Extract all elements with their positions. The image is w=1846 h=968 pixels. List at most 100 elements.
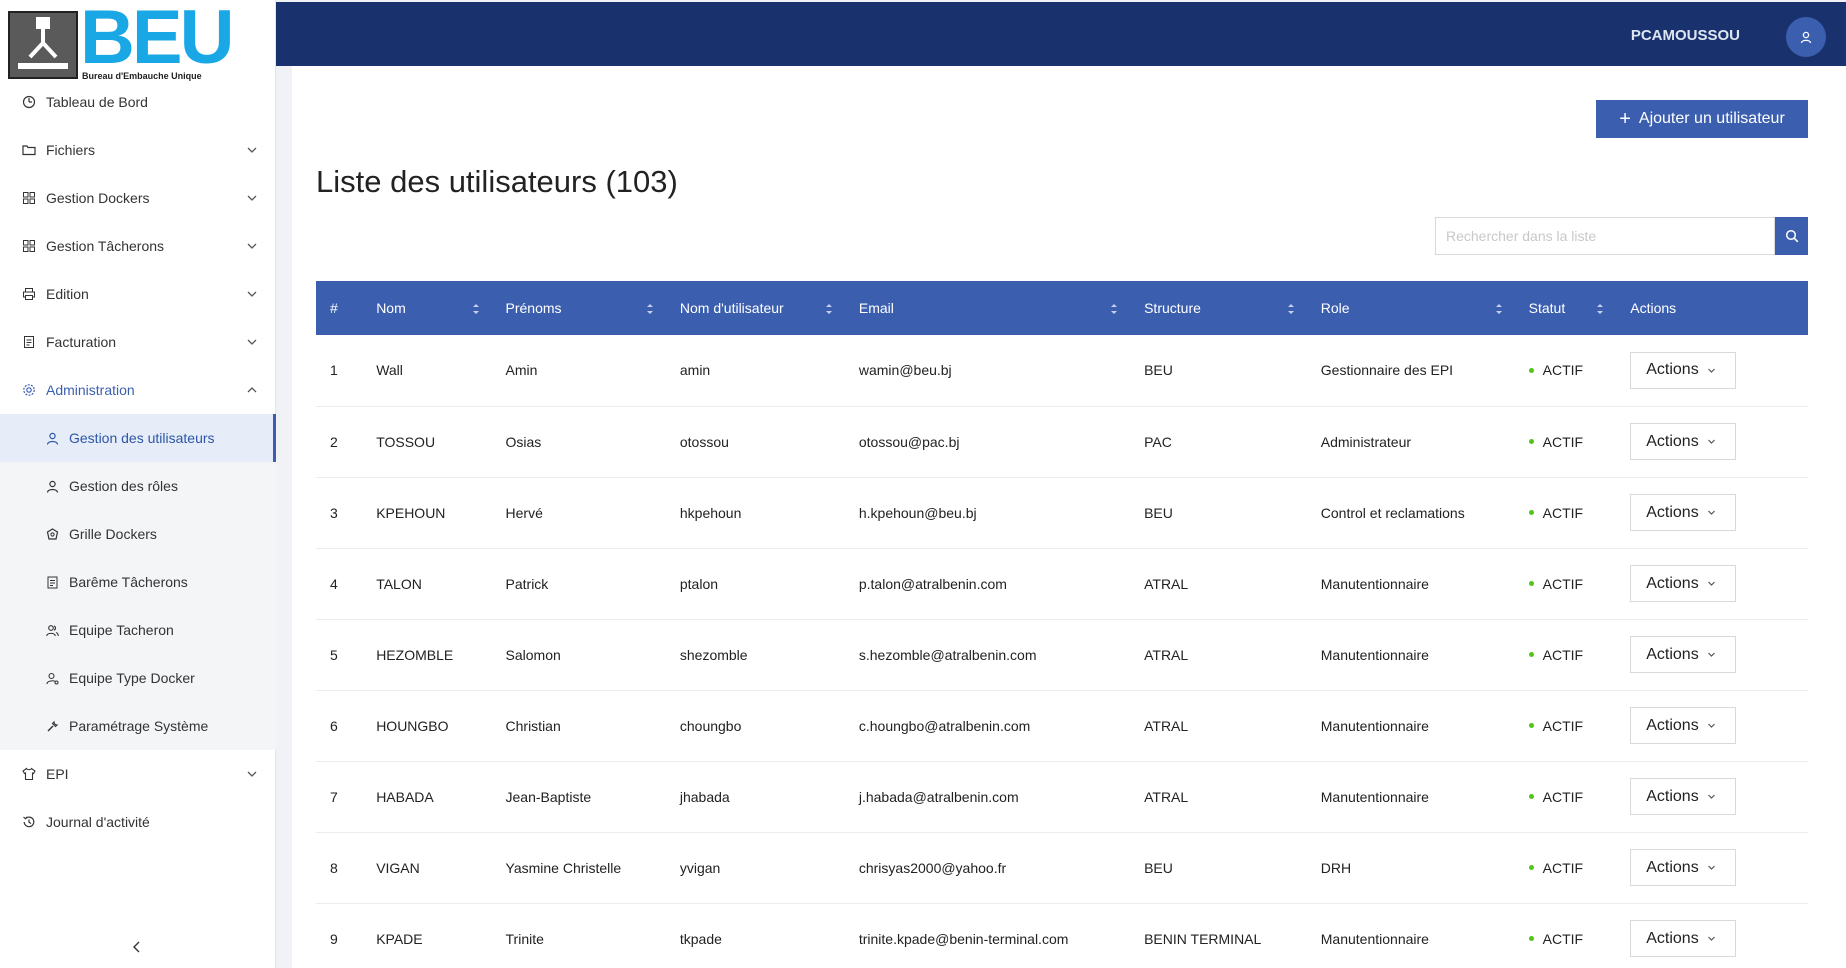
actions-label: Actions bbox=[1646, 574, 1699, 592]
sidebar-item-label: Administration bbox=[46, 382, 135, 398]
chevron-down-icon bbox=[247, 771, 257, 777]
actions-dropdown-button[interactable]: Actions bbox=[1630, 920, 1737, 957]
sidebar-item-gestion-roles[interactable]: Gestion des rôles bbox=[0, 462, 276, 510]
logo-crane-icon bbox=[8, 11, 78, 79]
sidebar-item-administration[interactable]: Administration bbox=[0, 366, 276, 414]
cell-statut: ACTIF bbox=[1515, 335, 1617, 406]
sidebar-item-facturation[interactable]: Facturation bbox=[0, 318, 276, 366]
cell-username: amin bbox=[679, 362, 711, 379]
sidebar-item-bareme-tacherons[interactable]: Barême Tâcherons bbox=[0, 558, 276, 606]
collapse-sidebar-icon[interactable] bbox=[130, 940, 144, 954]
user-settings-icon bbox=[46, 672, 59, 685]
cell-statut: ACTIF bbox=[1515, 406, 1617, 477]
sidebar-subitem-label: Gestion des utilisateurs bbox=[69, 430, 215, 446]
status-dot-icon bbox=[1528, 652, 1534, 657]
table-body: 1 Wall Amin amin wamin@beu.bj BEU Gestionnaire… bbox=[316, 335, 1808, 968]
cell-num: 3 bbox=[330, 504, 338, 521]
shield-icon bbox=[46, 527, 59, 541]
status-label: ACTIF bbox=[1542, 504, 1584, 521]
actions-dropdown-button[interactable]: Actions bbox=[1630, 778, 1737, 815]
grid-icon bbox=[22, 191, 36, 205]
sidebar-item-parametrage-systeme[interactable]: Paramétrage Système bbox=[0, 702, 276, 750]
column-header-structure[interactable]: Structure bbox=[1130, 281, 1307, 335]
sidebar-item-grille-dockers[interactable]: Grille Dockers bbox=[0, 510, 276, 558]
users-table: # Nom Prénoms Nom d'utilisateur Email St… bbox=[316, 281, 1808, 968]
add-user-button-label: Ajouter un utilisateur bbox=[1638, 110, 1785, 127]
logo[interactable]: BEU Bureau d'Embauche Unique bbox=[8, 0, 234, 82]
sidebar-item-gestion-tacherons[interactable]: Gestion Tâcherons bbox=[0, 222, 276, 270]
cell-username: shezomble bbox=[679, 646, 748, 663]
chevron-down-icon bbox=[1707, 510, 1715, 515]
actions-dropdown-button[interactable]: Actions bbox=[1630, 351, 1737, 389]
cell-username: yvigan bbox=[679, 859, 721, 876]
cell-structure: BEU bbox=[1144, 504, 1173, 521]
sidebar-item-equipe-tacheron[interactable]: Equipe Tacheron bbox=[0, 606, 276, 654]
table-row: 4 TALON Patrick ptalon p.talon@atralbenin.co… bbox=[316, 548, 1808, 619]
sidebar-item-label: Tableau de Bord bbox=[46, 94, 148, 110]
file-icon bbox=[22, 335, 36, 349]
cell-nom: HABADA bbox=[376, 788, 434, 805]
chevron-down-icon bbox=[1707, 581, 1715, 586]
sidebar-item-label: Gestion Dockers bbox=[46, 190, 150, 206]
search-icon bbox=[1785, 229, 1798, 243]
user-name[interactable]: PCAMOUSSOU bbox=[1631, 27, 1740, 44]
actions-dropdown-button[interactable]: Actions bbox=[1630, 494, 1737, 531]
search-button[interactable] bbox=[1775, 217, 1808, 255]
search-input[interactable] bbox=[1435, 217, 1775, 255]
tool-icon bbox=[46, 720, 59, 733]
column-header-prenoms[interactable]: Prénoms bbox=[492, 281, 666, 335]
cell-role: Manutentionnaire bbox=[1320, 930, 1429, 947]
table-row: 7 HABADA Jean-Baptiste jhabada j.habada@atra… bbox=[316, 761, 1808, 832]
avatar[interactable] bbox=[1786, 17, 1826, 57]
actions-dropdown-button[interactable]: Actions bbox=[1630, 636, 1737, 673]
table-row: 9 KPADE Trinite tkpade trinite.kpade@benin-t… bbox=[316, 903, 1808, 968]
sidebar-item-fichiers[interactable]: Fichiers bbox=[0, 126, 276, 174]
status-label: ACTIF bbox=[1542, 433, 1584, 450]
status-dot-icon bbox=[1528, 581, 1534, 586]
sort-icon bbox=[825, 304, 832, 314]
cell-actions: Actions bbox=[1616, 335, 1808, 406]
sidebar-item-edition[interactable]: Edition bbox=[0, 270, 276, 318]
column-header-statut[interactable]: Statut bbox=[1515, 281, 1617, 335]
column-header-username[interactable]: Nom d'utilisateur bbox=[666, 281, 845, 335]
sidebar-subitem-label: Equipe Type Docker bbox=[69, 670, 195, 686]
sidebar-item-tableau-de-bord[interactable]: Tableau de Bord bbox=[0, 78, 276, 126]
sidebar-subitem-label: Barême Tâcherons bbox=[69, 574, 188, 590]
status-badge: ACTIF bbox=[1528, 433, 1617, 450]
sidebar-item-label: Facturation bbox=[46, 334, 117, 350]
status-badge: ACTIF bbox=[1528, 718, 1617, 734]
cell-email: j.habada@atralbenin.com bbox=[858, 788, 1019, 805]
chevron-up-icon bbox=[247, 387, 257, 393]
cell-statut: ACTIF bbox=[1515, 548, 1617, 619]
cell-nom: Wall bbox=[376, 362, 403, 379]
actions-dropdown-button[interactable]: Actions bbox=[1630, 423, 1737, 460]
sidebar-subitem-label: Equipe Tacheron bbox=[69, 622, 174, 638]
cell-role: Manutentionnaire bbox=[1320, 575, 1429, 592]
actions-dropdown-button[interactable]: Actions bbox=[1630, 565, 1737, 602]
status-dot-icon bbox=[1528, 865, 1534, 870]
chevron-down-icon bbox=[247, 243, 257, 249]
sidebar-item-gestion-dockers[interactable]: Gestion Dockers bbox=[0, 174, 276, 222]
cell-email: chrisyas2000@yahoo.fr bbox=[858, 859, 1007, 876]
status-label: ACTIF bbox=[1542, 859, 1584, 876]
history-icon bbox=[22, 815, 36, 829]
actions-dropdown-button[interactable]: Actions bbox=[1630, 849, 1737, 886]
cell-num: 1 bbox=[330, 362, 338, 379]
add-user-button[interactable]: + Ajouter un utilisateur bbox=[1596, 100, 1808, 138]
column-header-email[interactable]: Email bbox=[845, 281, 1130, 335]
column-header-role[interactable]: Role bbox=[1307, 281, 1515, 335]
cell-structure: BEU bbox=[1144, 362, 1173, 379]
file-icon bbox=[46, 576, 59, 589]
sidebar-item-equipe-type-docker[interactable]: Equipe Type Docker bbox=[0, 654, 276, 702]
sidebar-item-epi[interactable]: EPI bbox=[0, 750, 276, 798]
actions-dropdown-button[interactable]: Actions bbox=[1630, 707, 1737, 744]
sidebar-item-journal-activite[interactable]: Journal d'activité bbox=[0, 798, 276, 846]
table-row: 3 KPEHOUN Hervé hkpehoun h.kpehoun@beu.bj BEU… bbox=[316, 477, 1808, 548]
column-header-nom[interactable]: Nom bbox=[362, 281, 491, 335]
cell-role: Gestionnaire des EPI bbox=[1320, 362, 1454, 379]
sidebar-item-gestion-utilisateurs[interactable]: Gestion des utilisateurs bbox=[0, 414, 276, 462]
cell-structure: ATRAL bbox=[1144, 646, 1189, 663]
cell-email: otossou@pac.bj bbox=[858, 433, 960, 450]
sort-icon bbox=[1287, 304, 1294, 314]
cell-structure: ATRAL bbox=[1144, 717, 1189, 734]
